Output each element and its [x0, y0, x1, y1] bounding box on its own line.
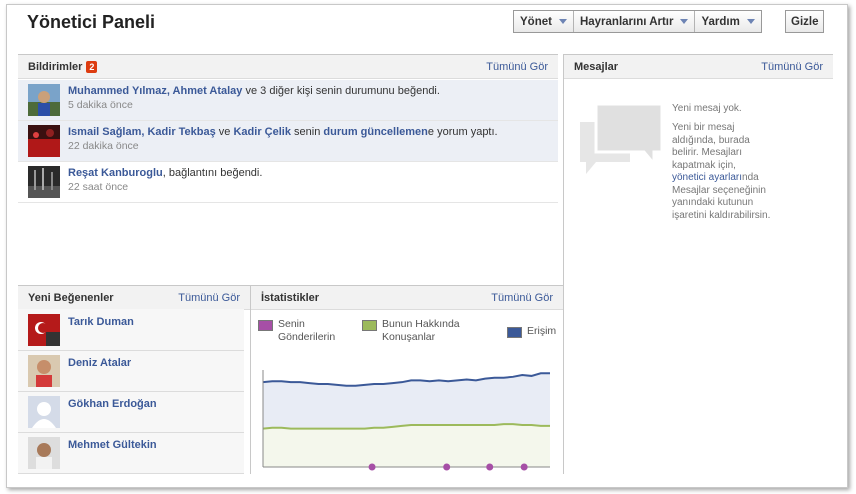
post-marker	[443, 463, 451, 471]
stats-chart	[262, 370, 550, 471]
stats-header: İstatistikler Tümünü Gör	[251, 285, 563, 310]
fan-name[interactable]: Mehmet Gültekin	[68, 439, 157, 451]
fan-name[interactable]: Deniz Atalar	[68, 357, 131, 369]
chevron-down-icon	[680, 19, 689, 24]
notification-count-badge: 2	[86, 60, 98, 73]
notification-actors[interactable]: Ismail Sağlam, Kadir Tekbaş	[68, 126, 216, 138]
legend-reach: Erişim	[507, 325, 556, 338]
chevron-down-icon	[558, 19, 567, 24]
legend-swatch	[258, 320, 273, 331]
grow-fans-menu[interactable]: Hayranlarını Artır	[574, 11, 696, 32]
talking-area	[263, 424, 550, 467]
messages-header: Mesajlar Tümünü Gör	[564, 54, 833, 79]
stats-see-all-link[interactable]: Tümünü Gör	[491, 292, 553, 304]
notification-actors[interactable]: Reşat Kanburoglu	[68, 167, 163, 179]
fan-item[interactable]: Mehmet Gültekin	[18, 433, 244, 474]
messages-info-text: Yeni bir mesaj aldığında, burada belirir…	[672, 122, 771, 221]
legend-swatch	[507, 327, 522, 338]
notification-item[interactable]: Muhammed Yılmaz, Ahmet Atalay ve 3 diğer…	[18, 80, 558, 121]
fan-item[interactable]: Deniz Atalar	[18, 351, 244, 392]
no-messages-text: Yeni mesaj yok.	[672, 103, 742, 114]
divider	[250, 285, 251, 474]
notification-actor[interactable]: Kadir Çelik	[233, 126, 290, 138]
hide-button[interactable]: Gizle	[785, 10, 825, 33]
notifications-title: Bildirimler	[28, 60, 83, 73]
post-marker	[368, 463, 376, 471]
avatar	[28, 84, 60, 116]
messages-title: Mesajlar	[574, 60, 619, 73]
chevron-down-icon	[746, 19, 755, 24]
fan-name[interactable]: Tarık Duman	[68, 316, 134, 328]
avatar	[28, 314, 60, 346]
notification-item[interactable]: Reşat Kanburoglu, bağlantını beğendi. 22…	[18, 162, 558, 203]
avatar	[28, 396, 60, 428]
avatar	[28, 355, 60, 387]
messages-icon	[580, 102, 664, 174]
avatar	[28, 437, 60, 469]
notification-time: 22 dakika önce	[68, 140, 139, 152]
admin-settings-link[interactable]: yönetici ayarları	[672, 172, 742, 183]
new-fans-title: Yeni Beğenenler	[28, 291, 114, 304]
new-fans-see-all-link[interactable]: Tümünü Gör	[178, 292, 240, 304]
notification-item[interactable]: Ismail Sağlam, Kadir Tekbaş ve Kadir Çel…	[18, 121, 558, 162]
page-title: Yönetici Paneli	[27, 12, 156, 32]
avatar	[28, 125, 60, 157]
admin-menu: Yönet Hayranlarını Artır Yardım	[513, 10, 762, 33]
help-menu[interactable]: Yardım	[695, 11, 760, 32]
fan-item[interactable]: Gökhan Erdoğan	[18, 392, 244, 433]
new-fans-header: Yeni Beğenenler Tümünü Gör	[18, 285, 250, 310]
notifications-header: Bildirimler 2 Tümünü Gör	[18, 54, 558, 79]
notification-object-link[interactable]: durum güncellemen	[323, 126, 428, 138]
fan-name[interactable]: Gökhan Erdoğan	[68, 398, 157, 410]
notification-time: 5 dakika önce	[68, 99, 133, 111]
avatar	[28, 166, 60, 198]
notification-time: 22 saat önce	[68, 181, 129, 193]
notifications-see-all-link[interactable]: Tümünü Gör	[486, 61, 548, 73]
legend-swatch	[362, 320, 377, 331]
messages-see-all-link[interactable]: Tümünü Gör	[761, 61, 823, 73]
manage-menu[interactable]: Yönet	[514, 11, 574, 32]
stats-title: İstatistikler	[261, 291, 320, 304]
notification-actors[interactable]: Muhammed Yılmaz, Ahmet Atalay	[68, 85, 242, 97]
fan-item[interactable]: Tarık Duman	[18, 310, 244, 351]
post-marker	[520, 463, 528, 471]
post-marker	[486, 463, 494, 471]
divider	[563, 54, 564, 474]
